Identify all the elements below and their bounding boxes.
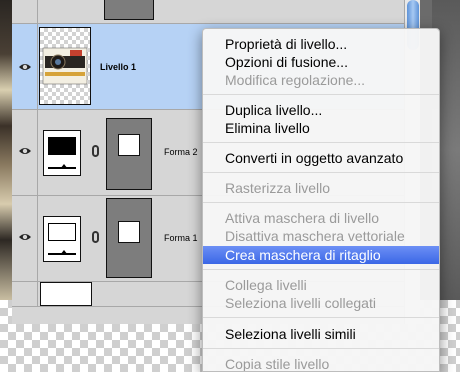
- menu-separator: [203, 94, 439, 95]
- menu-separator: [203, 317, 439, 318]
- layer-row[interactable]: [12, 0, 404, 24]
- camera-image: [42, 47, 88, 85]
- menu-separator: [203, 172, 439, 173]
- menu-item-create-clipping-mask[interactable]: Crea maschera di ritaglio: [203, 246, 439, 264]
- menu-item-copy-layer-style[interactable]: Copia stile livello: [203, 355, 439, 371]
- shape-arrow: [60, 250, 68, 255]
- shape-thumbnail: [43, 130, 81, 176]
- eye-column: [12, 282, 38, 306]
- menu-separator: [203, 348, 439, 349]
- shape-arrow: [60, 164, 68, 169]
- menu-item-delete-layer[interactable]: Elimina livello: [203, 119, 439, 137]
- layer-mask-thumbnail: [104, 0, 154, 20]
- eye-icon[interactable]: [16, 61, 34, 73]
- menu-item-edit-adjustment[interactable]: Modifica regolazione...: [203, 71, 439, 89]
- eye-icon[interactable]: [16, 231, 34, 243]
- canvas-photo-edge: [0, 0, 12, 300]
- menu-item-convert-smart-object[interactable]: Converti in oggetto avanzato: [203, 149, 439, 167]
- menu-item-select-linked-layers[interactable]: Seleziona livelli collegati: [203, 294, 439, 312]
- link-chain-icon[interactable]: [92, 145, 99, 157]
- menu-separator: [203, 269, 439, 270]
- menu-item-duplicate-layer[interactable]: Duplica livello...: [203, 101, 439, 119]
- shape-thumbnail: [43, 216, 81, 262]
- layer-thumbnail: [39, 27, 91, 105]
- menu-item-layer-properties[interactable]: Proprietà di livello...: [203, 35, 439, 53]
- menu-item-blending-options[interactable]: Opzioni di fusione...: [203, 53, 439, 71]
- layer-context-menu: Proprietà di livello... Opzioni di fusio…: [202, 28, 440, 372]
- menu-item-rasterize-layer[interactable]: Rasterizza livello: [203, 179, 439, 197]
- shape-fill: [48, 137, 76, 155]
- menu-separator: [203, 142, 439, 143]
- layer-name[interactable]: Livello 1: [100, 62, 136, 72]
- shape-outline: [48, 223, 76, 241]
- link-chain-icon[interactable]: [92, 231, 99, 243]
- layer-name[interactable]: Forma 1: [164, 233, 198, 243]
- menu-item-select-similar-layers[interactable]: Seleziona livelli simili: [203, 325, 439, 343]
- menu-item-enable-layer-mask[interactable]: Attiva maschera di livello: [203, 209, 439, 227]
- menu-item-link-layers[interactable]: Collega livelli: [203, 276, 439, 294]
- layer-name[interactable]: Forma 2: [164, 147, 198, 157]
- menu-separator: [203, 202, 439, 203]
- menu-item-disable-vector-mask[interactable]: Disattiva maschera vettoriale: [203, 227, 439, 245]
- vector-mask-thumbnail[interactable]: [106, 118, 152, 190]
- eye-icon[interactable]: [16, 145, 34, 157]
- layer-thumbnail: [40, 282, 92, 306]
- eye-column: [12, 0, 38, 23]
- vector-mask-thumbnail[interactable]: [106, 198, 152, 278]
